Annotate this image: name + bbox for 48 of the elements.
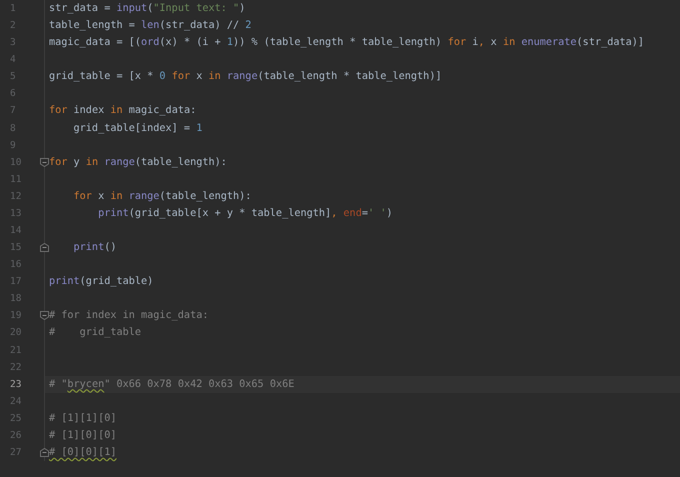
code-line: # [1][1][0] xyxy=(49,412,116,424)
line-number: 25 xyxy=(10,412,22,426)
fold-icon[interactable] xyxy=(40,158,49,167)
line-number: 26 xyxy=(10,428,22,443)
line-number: 7 xyxy=(10,104,16,118)
code-line: # grid_table xyxy=(49,327,142,338)
line-number: 24 xyxy=(10,394,22,409)
line-number: 21 xyxy=(10,344,22,358)
line-number: 16 xyxy=(10,258,22,272)
code-line: print(grid_table[x + y * table_length], end=' ') xyxy=(97,208,393,219)
code-line: for index in magic_data: xyxy=(49,105,196,116)
line-number: 20 xyxy=(10,326,22,340)
line-number: 9 xyxy=(10,138,16,153)
line-number: 13 xyxy=(10,206,22,221)
line-number: 6 xyxy=(10,87,16,102)
line-number: 5 xyxy=(10,70,16,84)
line-number: 2 xyxy=(10,19,16,34)
code-line: magic_data = [(ord(x) * (i + 1)) % (table_length * table_length) for i, x in enumerate(str_data)] xyxy=(49,37,644,48)
fold-icon[interactable] xyxy=(40,448,49,458)
code-line: for x in range(table_length): xyxy=(72,190,252,202)
line-number: 27 xyxy=(10,446,22,460)
code-line: # for index in magic_data: xyxy=(49,310,208,322)
line-number: 1 xyxy=(10,2,16,16)
line-number: 22 xyxy=(10,360,22,375)
line-number: 18 xyxy=(10,292,22,306)
fold-icon[interactable] xyxy=(40,243,49,252)
fold-icon[interactable] xyxy=(40,311,49,320)
line-number: 3 xyxy=(10,36,16,50)
line-number: 19 xyxy=(10,309,22,324)
line-number: 8 xyxy=(10,122,16,136)
code-line: table_length = len(str_data) // 2 xyxy=(49,20,252,32)
code-line: # "brycen" 0x66 0x78 0x42 0x63 0x65 0x6E xyxy=(49,378,294,390)
line-number: 10 xyxy=(10,156,22,170)
line-number: 12 xyxy=(10,190,22,204)
code-line: grid_table[index] = 1 xyxy=(72,122,202,134)
code-line: # [0][0][1] xyxy=(49,447,116,458)
code-line: grid_table = [x * 0 for x in range(table_length * table_length)] xyxy=(49,71,442,82)
code-line: print() xyxy=(72,242,116,254)
line-number: 11 xyxy=(10,172,22,187)
code-line: str_data = input("Input text: ") xyxy=(49,3,246,14)
code-line: print(grid_table) xyxy=(49,276,154,288)
line-number: 23 xyxy=(10,378,22,392)
line-number: 15 xyxy=(10,241,22,256)
line-number: 4 xyxy=(10,53,16,68)
code-line: # [1][0][0] xyxy=(49,430,116,441)
line-number: 14 xyxy=(10,224,22,238)
code-line: for y in range(table_length): xyxy=(49,156,227,168)
line-number: 17 xyxy=(10,275,22,290)
